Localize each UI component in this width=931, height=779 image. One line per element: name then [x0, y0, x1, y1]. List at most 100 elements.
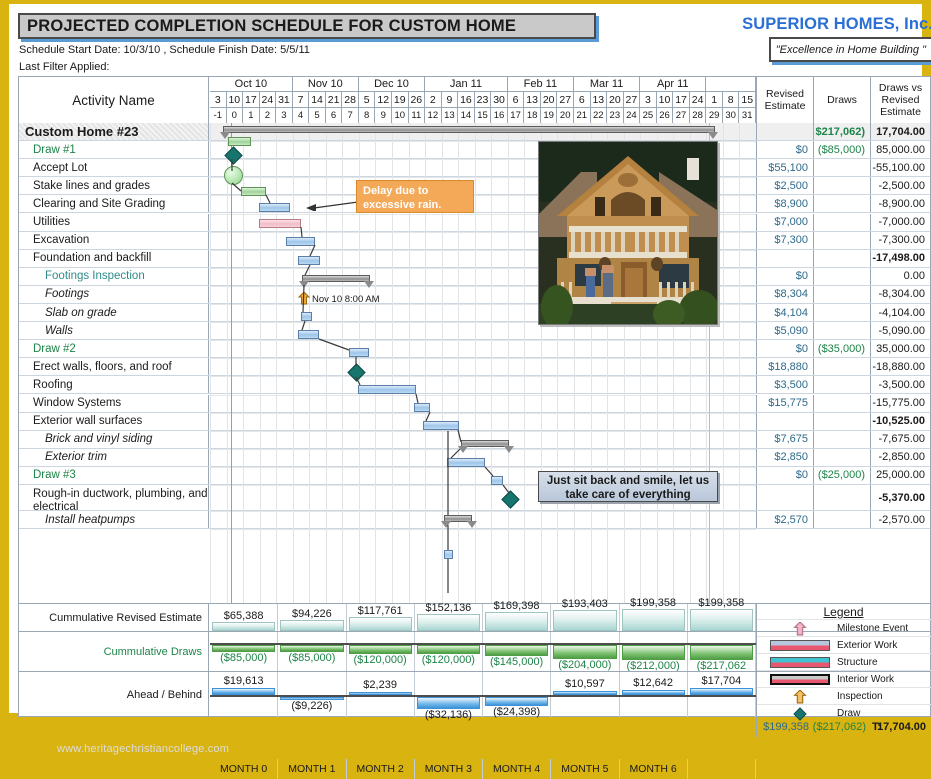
summary-value: ($204,000) — [558, 659, 612, 671]
timeline-index-14: 13 — [442, 108, 459, 123]
structure-bar-icon — [767, 654, 833, 671]
variance-cell: -15,775.00 — [870, 394, 930, 412]
revised-estimate-cell: $3,500 — [756, 376, 813, 394]
revised-estimate-cell — [756, 123, 813, 141]
legend-item-label: Interior Work — [837, 674, 895, 685]
month-footer-cell: MONTH 6 — [620, 759, 688, 779]
variance-cell: -5,090.00 — [870, 322, 930, 340]
timeline-month-3: Dec 10 — [358, 77, 426, 92]
summary-value: $10,597 — [564, 678, 605, 690]
summary-month-cell: $65,388 — [210, 604, 279, 631]
summary-value: $199,358 — [630, 597, 677, 609]
summary-value: ($145,000) — [490, 656, 544, 668]
summary-value: $193,403 — [561, 598, 608, 610]
summary-value: $65,388 — [223, 610, 264, 622]
timeline-index-26: 25 — [640, 108, 657, 123]
variance-cell: -10,525.00 — [870, 412, 930, 430]
variance-cell: -17,498.00 — [870, 249, 930, 267]
timeline-month-2: Nov 10 — [292, 77, 359, 92]
activity-name-cell: Footings Inspection — [19, 267, 209, 285]
revised-estimate-cell: $2,500 — [756, 177, 813, 195]
month-footer-cell: MONTH 4 — [483, 759, 552, 779]
draws-cell — [813, 376, 870, 394]
variance-cell: 85,000.00 — [870, 141, 930, 159]
timeline-week-0: 3 — [210, 92, 227, 108]
total-draws: ($217,062) — [813, 717, 870, 737]
timeline-index-9: 8 — [359, 108, 376, 123]
summary-month-cell: $152,136 — [415, 602, 483, 631]
draws-cell — [813, 213, 870, 231]
draws-cell — [813, 511, 870, 529]
timeline-index-0: -1 — [210, 108, 227, 123]
timeline-index-16: 15 — [475, 108, 492, 123]
column-header-draws: Draws — [813, 77, 870, 123]
activity-name-cell: Erect walls, floors, and roof — [19, 358, 209, 376]
timeline-index-29: 28 — [690, 108, 707, 123]
company-tagline-box: "Excellence in Home Building " — [768, 37, 931, 62]
timeline-week-21: 27 — [557, 92, 574, 108]
draws-cell: ($25,000) — [813, 466, 870, 484]
timeline-month-4: Jan 11 — [425, 77, 508, 92]
revised-estimate-cell: $8,304 — [756, 285, 813, 303]
timeline-week-18: 6 — [507, 92, 525, 108]
draws-cell — [813, 322, 870, 340]
timeline-week-6: 14 — [309, 92, 326, 108]
total-revised-estimate: $199,358 — [756, 717, 813, 737]
column-header-draws-vs-revised: Draws vs Revised Estimate — [870, 77, 930, 123]
timeline-index-28: 27 — [673, 108, 690, 123]
activity-name-cell: Stake lines and grades — [19, 177, 209, 195]
timeline-week-8: 28 — [342, 92, 359, 108]
interior-work-bar-icon — [767, 671, 833, 688]
activity-name-cell: Draw #3 — [19, 466, 209, 484]
callout-arrow-icon — [306, 201, 358, 211]
timeline-index-6: 5 — [309, 108, 326, 123]
timeline-week-19: 13 — [524, 92, 541, 108]
column-header-revised-estimate: Revised Estimate — [756, 77, 813, 123]
variance-cell: 35,000.00 — [870, 340, 930, 358]
summary-month-cell: ($204,000) — [551, 632, 620, 671]
variance-cell: 17,704.00 — [870, 123, 930, 141]
draws-cell — [813, 394, 870, 412]
timeline-week-13: 2 — [425, 92, 442, 108]
legend-item: Milestone Event — [757, 619, 931, 636]
summary-row-label: Cummulative Revised Estimate — [19, 604, 209, 631]
timeline-index-27: 26 — [657, 108, 674, 123]
timeline-index-25: 24 — [624, 108, 641, 123]
revised-estimate-cell — [756, 249, 813, 267]
revised-estimate-cell: $7,300 — [756, 231, 813, 249]
variance-cell: 25,000.00 — [870, 466, 930, 484]
timeline-week-9: 5 — [358, 92, 376, 108]
total-variance: 17,704.00 — [877, 721, 926, 733]
milestone-arrow-icon — [767, 620, 833, 637]
timeline-week-2: 17 — [243, 92, 260, 108]
draws-cell: ($35,000) — [813, 340, 870, 358]
inspection-arrow-icon — [767, 688, 833, 705]
summary-month-cell: ($85,000) — [278, 632, 347, 671]
timeline-index-17: 16 — [491, 108, 508, 123]
draws-cell — [813, 249, 870, 267]
timeline-week-1: 10 — [226, 92, 244, 108]
totals-row: $199,358 ($217,062) T: 17,704.00 — [19, 717, 930, 737]
timeline-month-1: Oct 10 — [210, 77, 293, 92]
timeline-week-32: 15 — [739, 92, 756, 108]
page-title: PROJECTED COMPLETION SCHEDULE FOR CUSTOM… — [27, 16, 517, 35]
timeline-month-blank — [706, 77, 756, 92]
variance-cell: -2,570.00 — [870, 511, 930, 529]
variance-cell: -5,370.00 — [870, 485, 930, 510]
month-footer: MONTH 0 MONTH 1 MONTH 2 MONTH 3 MONTH 4 MONTH… — [210, 759, 756, 779]
summary-value: $12,642 — [633, 677, 673, 689]
timeline-week-29: 24 — [689, 92, 707, 108]
timeline-index-24: 23 — [607, 108, 624, 123]
month-footer-cell — [688, 759, 756, 779]
timeline-week-3: 24 — [259, 92, 277, 108]
draws-cell — [813, 285, 870, 303]
revised-estimate-cell: $8,900 — [756, 195, 813, 213]
timeline-index-15: 14 — [458, 108, 475, 123]
timeline-week-5: 7 — [292, 92, 310, 108]
revised-estimate-cell — [756, 485, 813, 510]
activity-name-cell: Roofing — [19, 376, 209, 394]
timeline-index-31: 30 — [723, 108, 740, 123]
timeline-index-21: 20 — [557, 108, 574, 123]
legend-item: Interior Work — [757, 670, 931, 687]
timeline-index-10: 9 — [375, 108, 392, 123]
